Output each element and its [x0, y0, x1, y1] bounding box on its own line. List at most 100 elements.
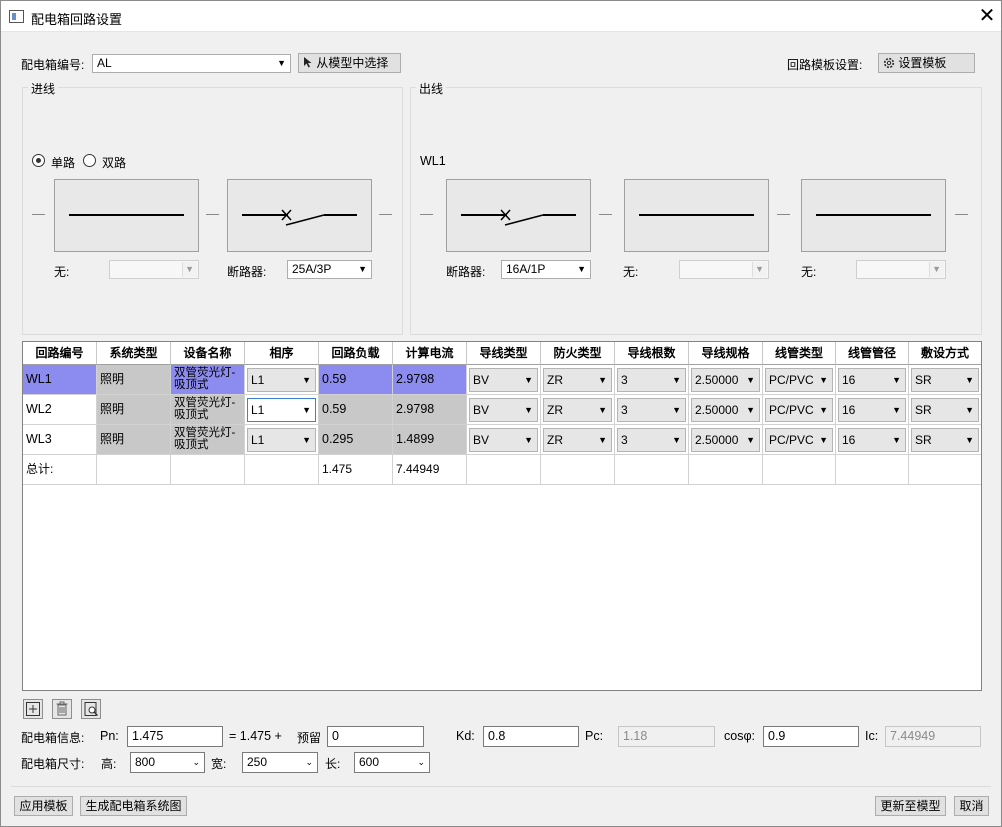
header-col-wire-type[interactable]: 导线类型: [467, 342, 541, 365]
cos-phi-field[interactable]: 0.9: [763, 726, 859, 747]
cell-conduit-type-row3[interactable]: PC/PVC ▼: [763, 425, 836, 455]
cell-device-name-row3[interactable]: 双管荧光灯-吸顶式: [171, 425, 245, 455]
cell-current-row1[interactable]: 2.9798: [393, 365, 467, 395]
cell-select[interactable]: SR ▼: [911, 368, 979, 392]
outgoing-device-1-symbol[interactable]: [446, 179, 591, 252]
cell-device-name-row2[interactable]: 双管荧光灯-吸顶式: [171, 395, 245, 425]
header-col-laying-method[interactable]: 敷设方式: [909, 342, 981, 365]
cell-conduit-size-row1[interactable]: 16 ▼: [836, 365, 909, 395]
reserve-field[interactable]: 0: [327, 726, 424, 747]
cell-wire-count-row1[interactable]: 3 ▼: [615, 365, 689, 395]
cell-select[interactable]: 3 ▼: [617, 428, 686, 452]
kd-field[interactable]: 0.8: [483, 726, 579, 747]
cell-select[interactable]: 3 ▼: [617, 368, 686, 392]
outgoing-device-2-select[interactable]: ▼: [679, 260, 769, 279]
header-col-conduit-type[interactable]: 线管类型: [763, 342, 836, 365]
header-col-conduit-size[interactable]: 线管管径: [836, 342, 909, 365]
cell-phase-row2[interactable]: L1 ▼: [245, 395, 319, 425]
cell-select[interactable]: SR ▼: [911, 428, 979, 452]
cell-system-type-row2[interactable]: 照明: [97, 395, 171, 425]
length-select[interactable]: 600 ⌄: [354, 752, 430, 773]
cell-select[interactable]: L1 ▼: [247, 428, 316, 452]
cell-select[interactable]: PC/PVC ▼: [765, 368, 833, 392]
header-col-current[interactable]: 计算电流: [393, 342, 467, 365]
cell-device-name-row1[interactable]: 双管荧光灯-吸顶式: [171, 365, 245, 395]
cell-select[interactable]: 16 ▼: [838, 368, 906, 392]
cell-select[interactable]: ZR ▼: [543, 398, 612, 422]
cell-system-type-row1[interactable]: 照明: [97, 365, 171, 395]
cell-select[interactable]: BV ▼: [469, 428, 538, 452]
cell-laying-method-row1[interactable]: SR ▼: [909, 365, 981, 395]
cell-wire-spec-row1[interactable]: 2.50000 ▼: [689, 365, 763, 395]
cell-select[interactable]: PC/PVC ▼: [765, 428, 833, 452]
header-col-wire-count[interactable]: 导线根数: [615, 342, 689, 365]
cell-select[interactable]: L1 ▼: [247, 368, 316, 392]
outgoing-device-3-symbol[interactable]: [801, 179, 946, 252]
cell-select[interactable]: 2.50000 ▼: [691, 368, 760, 392]
cell-wire-spec-row3[interactable]: 2.50000 ▼: [689, 425, 763, 455]
header-col-wire-spec[interactable]: 导线规格: [689, 342, 763, 365]
delete-icon[interactable]: [52, 699, 72, 719]
cell-select[interactable]: BV ▼: [469, 398, 538, 422]
cell-fire-type-row1[interactable]: ZR ▼: [541, 365, 615, 395]
cell-load-row1[interactable]: 0.59: [319, 365, 393, 395]
cell-select[interactable]: PC/PVC ▼: [765, 398, 833, 422]
outgoing-device-3-select[interactable]: ▼: [856, 260, 946, 279]
cell-laying-method-row3[interactable]: SR ▼: [909, 425, 981, 455]
cell-current-row2[interactable]: 2.9798: [393, 395, 467, 425]
cancel-button[interactable]: 取消: [954, 796, 989, 816]
incoming-device-1-symbol[interactable]: [54, 179, 199, 252]
cell-system-type-row3[interactable]: 照明: [97, 425, 171, 455]
apply-template-button[interactable]: 应用模板: [14, 796, 73, 816]
header-col-circuit-no[interactable]: 回路编号: [23, 342, 97, 365]
cell-phase-row3[interactable]: L1 ▼: [245, 425, 319, 455]
cell-wire-type-row2[interactable]: BV ▼: [467, 395, 541, 425]
width-select[interactable]: 250 ⌄: [242, 752, 318, 773]
cell-conduit-size-row2[interactable]: 16 ▼: [836, 395, 909, 425]
pn-field[interactable]: 1.475: [127, 726, 223, 747]
cell-wire-spec-row2[interactable]: 2.50000 ▼: [689, 395, 763, 425]
header-col-system-type[interactable]: 系统类型: [97, 342, 171, 365]
generate-system-diagram-button[interactable]: 生成配电箱系统图: [80, 796, 187, 816]
cell-select[interactable]: 16 ▼: [838, 428, 906, 452]
cell-wire-count-row3[interactable]: 3 ▼: [615, 425, 689, 455]
header-col-device-name[interactable]: 设备名称: [171, 342, 245, 365]
outgoing-device-2-symbol[interactable]: [624, 179, 769, 252]
box-number-select[interactable]: AL ▼: [92, 54, 291, 73]
cell-wire-count-row2[interactable]: 3 ▼: [615, 395, 689, 425]
cell-phase-row1[interactable]: L1 ▼: [245, 365, 319, 395]
cell-load-row3[interactable]: 0.295: [319, 425, 393, 455]
cell-load-row2[interactable]: 0.59: [319, 395, 393, 425]
incoming-device-2-symbol[interactable]: [227, 179, 372, 252]
cell-fire-type-row2[interactable]: ZR ▼: [541, 395, 615, 425]
find-icon[interactable]: [81, 699, 101, 719]
cell-wire-type-row1[interactable]: BV ▼: [467, 365, 541, 395]
update-to-model-button[interactable]: 更新至模型: [875, 796, 946, 816]
cell-select[interactable]: ZR ▼: [543, 368, 612, 392]
cell-select[interactable]: ZR ▼: [543, 428, 612, 452]
cell-select[interactable]: BV ▼: [469, 368, 538, 392]
outgoing-device-1-select[interactable]: 16A/1P ▼: [501, 260, 591, 279]
header-col-load[interactable]: 回路负载: [319, 342, 393, 365]
add-icon[interactable]: [23, 699, 43, 719]
incoming-device-2-select[interactable]: 25A/3P ▼: [287, 260, 372, 279]
cell-select[interactable]: 16 ▼: [838, 398, 906, 422]
pick-from-model-button[interactable]: 从模型中选择: [298, 53, 401, 73]
cell-wire-type-row3[interactable]: BV ▼: [467, 425, 541, 455]
cell-circuit-no-row2[interactable]: WL2: [23, 395, 97, 425]
height-select[interactable]: 800 ⌄: [130, 752, 205, 773]
cell-fire-type-row3[interactable]: ZR ▼: [541, 425, 615, 455]
set-template-button[interactable]: 设置模板: [878, 53, 975, 73]
cell-select[interactable]: SR ▼: [911, 398, 979, 422]
cell-current-row3[interactable]: 1.4899: [393, 425, 467, 455]
cell-conduit-type-row1[interactable]: PC/PVC ▼: [763, 365, 836, 395]
cell-conduit-size-row3[interactable]: 16 ▼: [836, 425, 909, 455]
cell-circuit-no-row1[interactable]: WL1: [23, 365, 97, 395]
cell-laying-method-row2[interactable]: SR ▼: [909, 395, 981, 425]
cell-select[interactable]: 3 ▼: [617, 398, 686, 422]
close-icon[interactable]: ✕: [975, 3, 999, 29]
cell-select[interactable]: 2.50000 ▼: [691, 428, 760, 452]
incoming-device-1-select[interactable]: ▼: [109, 260, 199, 279]
cell-conduit-type-row2[interactable]: PC/PVC ▼: [763, 395, 836, 425]
double-circuit-radio[interactable]: [83, 154, 96, 167]
